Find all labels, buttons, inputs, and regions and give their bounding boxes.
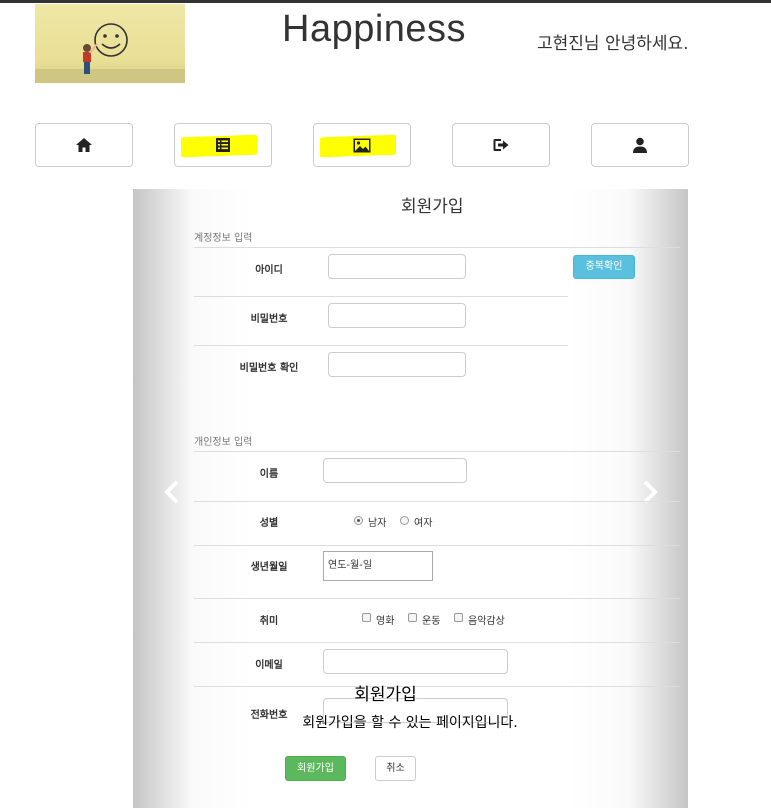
password-input[interactable] <box>328 303 466 328</box>
dup-check-button[interactable]: 중복확인 <box>573 255 635 279</box>
nav-gallery-button[interactable] <box>313 123 411 167</box>
picture-icon <box>353 138 371 152</box>
password-confirm-label: 비밀번호 확인 <box>239 363 299 374</box>
hobby-sport-checkbox[interactable] <box>408 613 417 622</box>
divider <box>194 598 680 599</box>
birth-date-input[interactable]: 연도-월-일 <box>323 551 433 581</box>
nav-board-button[interactable] <box>174 123 272 167</box>
account-section-label: 계정정보 입력 <box>194 233 253 244</box>
personal-section-label: 개인정보 입력 <box>194 437 253 448</box>
gender-male-radio[interactable] <box>354 516 363 525</box>
gender-male-label: 남자 <box>368 518 387 529</box>
site-title: Happiness <box>282 8 467 50</box>
password-confirm-input[interactable] <box>328 352 466 377</box>
nav-logout-button[interactable] <box>452 123 550 167</box>
top-border <box>0 0 771 3</box>
hobby-music-checkbox[interactable] <box>454 613 463 622</box>
carousel-caption-text: 회원가입을 할 수 있는 페이지입니다. <box>302 715 518 731</box>
gender-label: 성별 <box>259 518 279 529</box>
hobby-music-label: 음악감상 <box>468 616 505 627</box>
password-label: 비밀번호 <box>250 314 288 325</box>
divider <box>194 642 680 643</box>
logo-image <box>35 4 185 83</box>
carousel-prev-icon[interactable] <box>161 480 185 504</box>
nav-user-button[interactable] <box>591 123 689 167</box>
gender-female-label: 여자 <box>414 518 433 529</box>
hobby-label: 취미 <box>259 616 279 627</box>
name-label: 이름 <box>259 469 279 480</box>
divider <box>194 501 680 502</box>
list-icon <box>216 138 230 152</box>
nav-home-button[interactable] <box>35 123 133 167</box>
hobby-movie-label: 영화 <box>376 616 395 627</box>
id-label: 아이디 <box>255 265 283 276</box>
carousel-caption-title: 회원가입 <box>354 685 417 705</box>
gender-female-radio[interactable] <box>400 516 409 525</box>
divider <box>194 247 680 248</box>
home-icon <box>76 138 92 152</box>
birth-label: 생년월일 <box>250 562 288 573</box>
divider <box>194 296 568 297</box>
name-input[interactable] <box>323 458 467 483</box>
id-input[interactable] <box>328 254 466 279</box>
email-input[interactable] <box>323 649 508 674</box>
divider <box>194 451 680 452</box>
hobby-sport-label: 운동 <box>422 616 441 627</box>
divider <box>194 345 568 346</box>
user-greeting: 고현진님 안녕하세요. <box>537 34 689 54</box>
submit-button[interactable]: 회원가입 <box>285 756 346 781</box>
cancel-button[interactable]: 취소 <box>375 756 416 781</box>
hobby-movie-checkbox[interactable] <box>362 613 371 622</box>
form-title: 회원가입 <box>401 197 464 217</box>
user-icon <box>633 137 647 153</box>
divider <box>194 545 680 546</box>
smiley-drawing <box>35 23 185 83</box>
email-label: 이메일 <box>255 660 283 671</box>
logout-icon <box>493 139 509 151</box>
